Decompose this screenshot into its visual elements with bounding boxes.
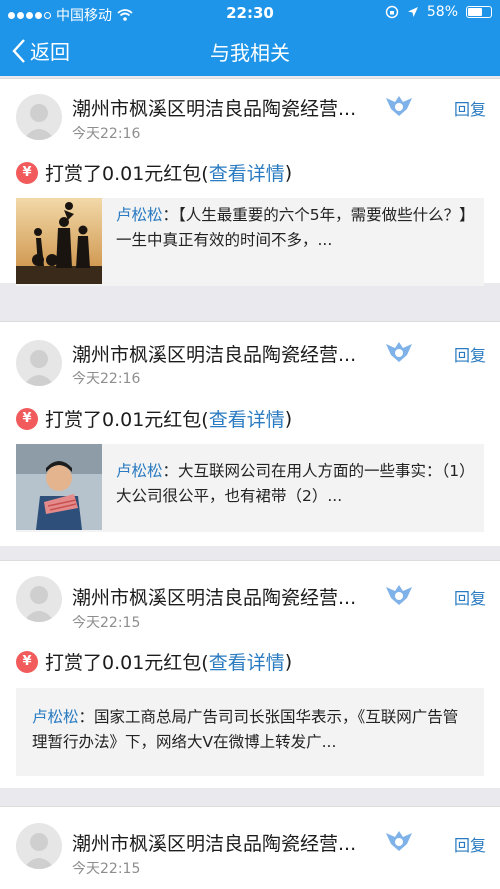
vip-wings-badge-icon — [386, 342, 412, 362]
reply-button[interactable]: 回复 — [454, 585, 486, 609]
sender-name[interactable]: 潮州市枫溪区明洁良品陶瓷经营... — [72, 583, 356, 610]
default-avatar-icon[interactable] — [16, 340, 62, 386]
reward-line: ¥ 打赏了0.01元红包(查看详情) — [16, 405, 292, 432]
red-envelope-yen-icon: ¥ — [16, 407, 38, 430]
vip-wings-badge-icon — [386, 585, 412, 605]
timestamp: 今天22:15 — [72, 615, 141, 631]
quote-body: ：大互联网公司在用人方面的一些事实：（1）大公司很公平，也有裙带（2）... — [116, 462, 467, 505]
orientation-lock-icon — [385, 5, 399, 19]
location-arrow-icon — [407, 7, 418, 17]
view-details-link[interactable]: 查看详情 — [209, 405, 285, 432]
quoted-post[interactable]: 卢松松：国家工商总局广告司司长张国华表示，《互联网广告管理暂行办法》下，网络大V… — [16, 688, 484, 776]
red-envelope-yen-icon: ¥ — [16, 161, 38, 184]
notification-card: 潮州市枫溪区明洁良品陶瓷经营... 回复 今天22:15 ¥ 打赏了0.01元红… — [0, 560, 500, 788]
vip-wings-badge-icon — [386, 831, 412, 851]
quote-body: ：【人生最重要的六个5年，需要做些什么？】一生中真正有效的时间不多，... — [116, 206, 467, 249]
default-avatar-icon[interactable] — [16, 823, 62, 869]
header-bar: 中国移动 22:30 58% 返回 与我相关 — [0, 0, 500, 76]
timestamp: 今天22:15 — [72, 861, 141, 877]
reward-text: 打赏了0.01元红包( — [45, 163, 209, 185]
notification-card: 潮州市枫溪区明洁良品陶瓷经营... 回复 今天22:16 ¥ 打赏了0.01元红… — [0, 321, 500, 546]
notification-card: 潮州市枫溪区明洁良品陶瓷经营... 回复 今天22:16 ¥ 打赏了0.01元红… — [0, 78, 500, 286]
timestamp: 今天22:16 — [72, 126, 141, 142]
status-bar: 中国移动 22:30 58% — [0, 0, 500, 26]
nav-bar: 返回 与我相关 — [0, 26, 500, 76]
reply-button[interactable]: 回复 — [454, 832, 486, 856]
view-details-link[interactable]: 查看详情 — [209, 159, 285, 186]
timestamp: 今天22:16 — [72, 371, 141, 387]
reward-line: ¥ 打赏了0.01元红包(查看详情) — [16, 159, 292, 186]
reward-text: 打赏了0.01元红包( — [45, 409, 209, 431]
quote-text: 卢松松：【人生最重要的六个5年，需要做些什么？】一生中真正有效的时间不多，... — [116, 203, 474, 253]
quoted-post[interactable]: 卢松松：【人生最重要的六个5年，需要做些什么？】一生中真正有效的时间不多，... — [16, 198, 484, 286]
reply-button[interactable]: 回复 — [454, 96, 486, 120]
sender-name[interactable]: 潮州市枫溪区明洁良品陶瓷经营... — [72, 94, 356, 121]
quote-author[interactable]: 卢松松 — [32, 708, 79, 726]
reply-button[interactable]: 回复 — [454, 342, 486, 366]
view-details-link[interactable]: 查看详情 — [209, 648, 285, 675]
reward-close-paren: ) — [284, 407, 293, 430]
battery-percent: 58% — [426, 4, 458, 20]
quote-author[interactable]: 卢松松 — [116, 462, 163, 480]
quote-text: 卢松松：大互联网公司在用人方面的一些事实：（1）大公司很公平，也有裙带（2）..… — [116, 459, 474, 509]
page-title: 与我相关 — [210, 41, 290, 65]
post-thumbnail — [16, 198, 102, 284]
battery-icon — [466, 6, 492, 18]
sender-name[interactable]: 潮州市枫溪区明洁良品陶瓷经营... — [72, 340, 356, 367]
quote-text: 卢松松：国家工商总局广告司司长张国华表示，《互联网广告管理暂行办法》下，网络大V… — [32, 705, 472, 755]
reward-text: 打赏了0.01元红包( — [45, 652, 209, 674]
post-thumbnail — [16, 444, 102, 530]
reward-line: ¥ 打赏了0.01元红包(查看详情) — [16, 648, 292, 675]
reward-close-paren: ) — [284, 161, 293, 184]
quote-author[interactable]: 卢松松 — [116, 206, 163, 224]
default-avatar-icon[interactable] — [16, 94, 62, 140]
red-envelope-yen-icon: ¥ — [16, 650, 38, 673]
reward-close-paren: ) — [284, 650, 293, 673]
quote-body: ：国家工商总局广告司司长张国华表示，《互联网广告管理暂行办法》下，网络大V在微博… — [32, 708, 459, 751]
vip-wings-badge-icon — [386, 96, 412, 116]
sender-name[interactable]: 潮州市枫溪区明洁良品陶瓷经营... — [72, 829, 356, 856]
notification-card: 潮州市枫溪区明洁良品陶瓷经营... 回复 今天22:15 — [0, 806, 500, 889]
quoted-post[interactable]: 卢松松：大互联网公司在用人方面的一些事实：（1）大公司很公平，也有裙带（2）..… — [16, 444, 484, 532]
default-avatar-icon[interactable] — [16, 576, 62, 622]
